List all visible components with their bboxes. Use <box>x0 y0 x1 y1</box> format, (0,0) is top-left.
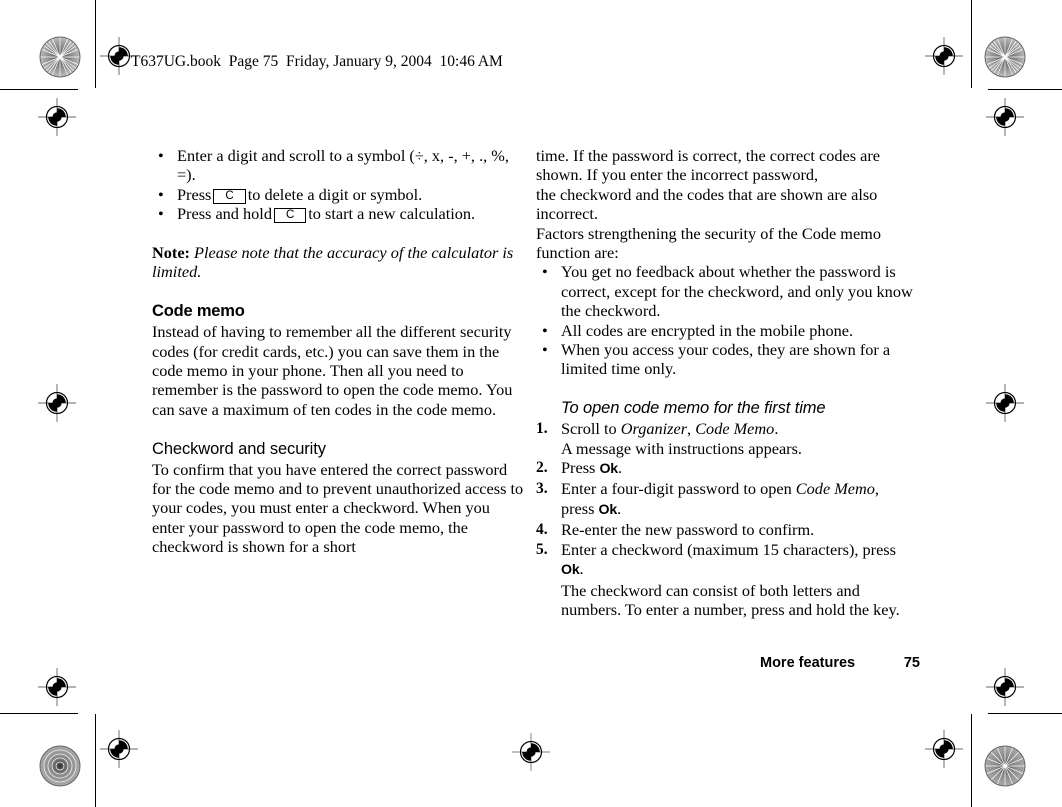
numbered-steps-list: 1. Scroll to Organizer, Code Memo. A mes… <box>536 419 914 619</box>
continuation-paragraph-3: Factors strengthening the security of th… <box>536 223 881 263</box>
bullet-icon: • <box>542 340 548 360</box>
footer-chapter-title: More features <box>760 655 856 671</box>
step-text-pre: Press <box>561 458 600 478</box>
registration-target-icon <box>100 730 138 768</box>
left-column: • Enter a digit and scroll to a symbol (… <box>152 146 524 557</box>
list-item: • When you access your codes, they are s… <box>536 340 914 379</box>
registration-target-icon <box>38 668 76 706</box>
step-number: 3. <box>536 480 548 498</box>
crop-rule-top-right <box>988 89 1062 90</box>
step-number: 4. <box>536 521 548 539</box>
list-item: • All codes are encrypted in the mobile … <box>536 321 914 340</box>
bullet-icon: • <box>158 184 164 204</box>
header-stamp: T637UG.book Page 75 Friday, January 9, 2… <box>131 53 503 70</box>
note-text: Please note that the accuracy of the cal… <box>152 243 514 282</box>
step-substep-text: A message with instructions appears. <box>561 438 803 458</box>
heading-checkword-and-security: Checkword and security <box>152 439 326 458</box>
registration-target-icon <box>986 98 1024 136</box>
clear-key-cap: C <box>273 208 307 224</box>
bullet-text: All codes are encrypted in the mobile ph… <box>561 320 854 340</box>
list-item: • Press and hold Cto start a new calculat… <box>152 204 524 224</box>
step-number: 1. <box>536 420 548 438</box>
step-text-pre: Enter a checkword (maximum 15 characters… <box>561 539 896 559</box>
bullet-text-post: to delete a digit or symbol. <box>247 184 423 204</box>
registration-target-icon <box>38 384 76 422</box>
step-text-post: . <box>617 458 623 478</box>
page-edge-right-bottom <box>971 714 972 807</box>
registration-target-icon <box>925 730 963 768</box>
footer-page-number: 75 <box>903 655 920 671</box>
step-ok-line: Ok. <box>561 559 914 580</box>
registration-target-icon <box>986 384 1024 422</box>
bullet-icon: • <box>542 320 548 340</box>
page-edge-left-bottom <box>95 714 96 807</box>
continuation-paragraph-2: the checkword and the codes that are sho… <box>536 184 878 224</box>
list-item: 3. Enter a four-digit password to open C… <box>536 479 914 520</box>
list-item: 2. Press Ok. <box>536 458 914 479</box>
right-column: time. If the password is correct, the co… <box>536 146 914 619</box>
list-item: • Press Cto delete a digit or symbol. <box>152 185 524 204</box>
calculator-bullet-list: • Enter a digit and scroll to a symbol (… <box>152 146 524 224</box>
bullet-text-pre: Press and hold <box>177 204 272 224</box>
step-substep-post: . <box>617 498 622 518</box>
page-edge-right-top <box>971 0 972 88</box>
step-substep-text: The checkword can consist of both letter… <box>561 580 900 619</box>
ui-label-ok: Ok <box>599 461 618 478</box>
code-memo-body: Instead of having to remember all the di… <box>152 322 513 419</box>
list-item: 4. Re-enter the new password to confirm. <box>536 520 914 539</box>
list-item: 1. Scroll to Organizer, Code Memo. A mes… <box>536 419 914 458</box>
page-edge-left-top <box>95 0 96 88</box>
bullet-text: When you access your codes, they are sho… <box>561 340 891 379</box>
bullet-text-post: to start a new calculation. <box>308 204 476 224</box>
bullet-text: You get no feedback about whether the pa… <box>561 262 913 321</box>
registration-target-icon <box>986 668 1024 706</box>
bullet-icon: • <box>542 262 548 282</box>
step-text-post: , <box>874 479 879 499</box>
heading-code-memo: Code memo <box>152 302 245 321</box>
note-paragraph: Note: Please note that the accuracy of t… <box>152 243 524 282</box>
scanned-page: T637UG.book Page 75 Friday, January 9, 2… <box>0 0 1062 807</box>
registration-target-icon <box>925 37 963 75</box>
bullet-text-pre: Press <box>177 184 212 204</box>
checkword-body: To confirm that you have entered the cor… <box>152 459 524 557</box>
crop-rule-top-left <box>0 89 78 90</box>
list-item: • Enter a digit and scroll to a symbol (… <box>152 146 524 185</box>
crop-rule-bottom-right <box>988 713 1062 714</box>
clear-key-cap: C <box>213 188 246 204</box>
step-emphasis: Organizer <box>620 419 688 439</box>
step-text: Re-enter the new password to confirm. <box>561 520 815 540</box>
bullet-icon: • <box>158 204 164 224</box>
list-item: • You get no feedback about whether the … <box>536 262 914 320</box>
step-emphasis: Code Memo <box>795 479 875 499</box>
note-label: Note: <box>152 243 190 263</box>
page-footer: More features 75 <box>760 655 920 671</box>
rosette-screen-icon <box>984 745 1026 787</box>
registration-target-icon <box>38 98 76 136</box>
continuation-paragraph-1: time. If the password is correct, the co… <box>536 146 881 185</box>
rosette-screen-icon <box>39 36 81 78</box>
step-text-mid: , <box>687 419 696 439</box>
step-text-post: . <box>774 419 779 439</box>
heading-to-open-code-memo: To open code memo for the first time <box>561 399 826 418</box>
step-number: 2. <box>536 459 548 477</box>
step-emphasis: Code Memo <box>695 419 775 439</box>
bullet-icon: • <box>158 146 164 165</box>
step-number: 5. <box>536 540 548 558</box>
step-text-pre: Enter a four-digit password to open <box>561 479 796 499</box>
step-substep: press Ok. <box>561 499 914 520</box>
step-text-pre: Scroll to <box>561 419 621 439</box>
step-substep-pre: press <box>561 498 599 518</box>
ui-label-ok: Ok <box>561 562 580 579</box>
rosette-screen-icon <box>39 745 81 787</box>
ui-label-ok: Ok <box>598 501 618 518</box>
security-bullet-list: • You get no feedback about whether the … <box>536 262 914 378</box>
bullet-text: Enter a digit and scroll to a symbol (÷,… <box>177 146 509 185</box>
crop-rule-bottom-left <box>0 713 78 714</box>
registration-target-icon <box>512 733 550 771</box>
step-text-post: . <box>579 559 584 579</box>
rosette-screen-icon <box>984 36 1026 78</box>
list-item: 5. Enter a checkword (maximum 15 charact… <box>536 540 914 620</box>
